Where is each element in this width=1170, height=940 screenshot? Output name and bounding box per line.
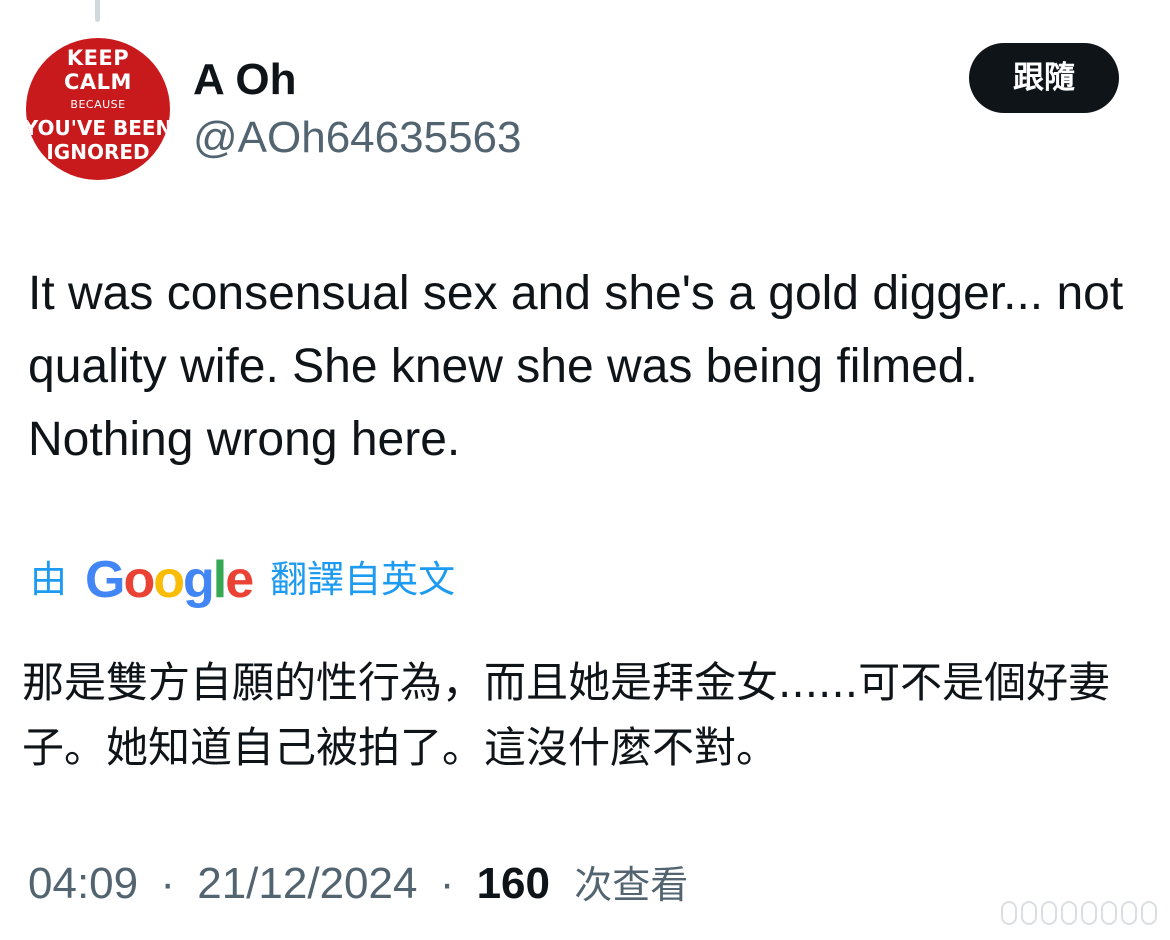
meta-separator: · (439, 859, 455, 908)
avatar-text-line: CALM (64, 70, 132, 94)
views-count: 160 (476, 859, 550, 908)
tweet-time[interactable]: 04:09 (28, 859, 138, 908)
translated-tweet-text: 那是雙方自願的性行為，而且她是拜金女......可不是個好妻子。她知道自己被拍了… (22, 658, 1111, 772)
translation-attribution[interactable]: 由 Google 翻譯自英文 (30, 548, 455, 612)
avatar[interactable]: KEEP CALM BECAUSE YOU'VE BEEN IGNORED (26, 38, 170, 180)
avatar-text-line: KEEP (66, 46, 130, 70)
google-logo: Google (85, 551, 254, 609)
translation-suffix: 翻譯自英文 (270, 558, 456, 601)
thread-connector-line (95, 0, 100, 22)
tweet-text: It was consensual sex and she's a gold d… (28, 267, 1124, 466)
avatar-text-line: YOU'VE BEEN (26, 116, 170, 140)
follow-button[interactable]: 跟隨 (969, 43, 1119, 113)
watermark-graphic (1001, 901, 1157, 925)
tweet-date[interactable]: 21/12/2024 (197, 859, 417, 908)
avatar-text-line: BECAUSE (70, 98, 126, 111)
tweet-metadata: 04:09 · 21/12/2024 · 160 次查看 (28, 854, 688, 914)
views-label: 次查看 (574, 863, 689, 907)
avatar-text-line: IGNORED (46, 140, 150, 164)
translation-prefix: 由 (30, 558, 67, 601)
author-display-name[interactable]: A Oh (193, 54, 296, 106)
author-handle[interactable]: @AOh64635563 (193, 112, 521, 164)
meta-separator: · (160, 859, 175, 908)
